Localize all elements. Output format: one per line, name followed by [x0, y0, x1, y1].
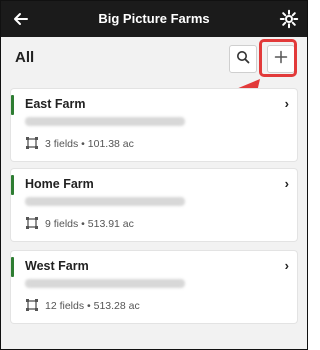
search-icon: [236, 50, 250, 69]
farm-stats: 3 fields • 101.38 ac: [45, 138, 134, 150]
farm-name: West Farm: [25, 259, 89, 273]
farm-card-east[interactable]: East Farm › 3 fields • 101.38 ac: [11, 89, 297, 161]
farm-stats: 9 fields • 513.91 ac: [45, 218, 134, 230]
farm-stats: 12 fields • 513.28 ac: [45, 300, 140, 312]
farm-name: Home Farm: [25, 177, 94, 191]
blurred-address: [25, 197, 185, 206]
search-button[interactable]: [229, 45, 257, 73]
chevron-right-icon: ›: [284, 176, 289, 191]
filter-label: All: [15, 49, 35, 66]
farm-card-west[interactable]: West Farm › 12 fields • 513.28 ac: [11, 251, 297, 323]
top-bar: Big Picture Farms: [1, 1, 307, 37]
chevron-right-icon: ›: [284, 258, 289, 273]
farm-accent: [11, 175, 14, 195]
add-button-highlight: [259, 39, 297, 77]
blurred-address: [25, 117, 185, 126]
blurred-address: [25, 279, 185, 288]
field-boundary-icon: [25, 216, 39, 230]
chevron-right-icon: ›: [284, 96, 289, 111]
page-title: Big Picture Farms: [98, 11, 210, 26]
farm-name: East Farm: [25, 97, 86, 111]
farm-accent: [11, 257, 14, 277]
field-boundary-icon: [25, 298, 39, 312]
farm-accent: [11, 95, 14, 115]
gear-icon[interactable]: [279, 9, 299, 29]
field-boundary-icon: [25, 136, 39, 150]
app-window: Big Picture Farms All East Farm › 3 fiel…: [0, 0, 308, 350]
farm-card-home[interactable]: Home Farm › 9 fields • 513.91 ac: [11, 169, 297, 241]
